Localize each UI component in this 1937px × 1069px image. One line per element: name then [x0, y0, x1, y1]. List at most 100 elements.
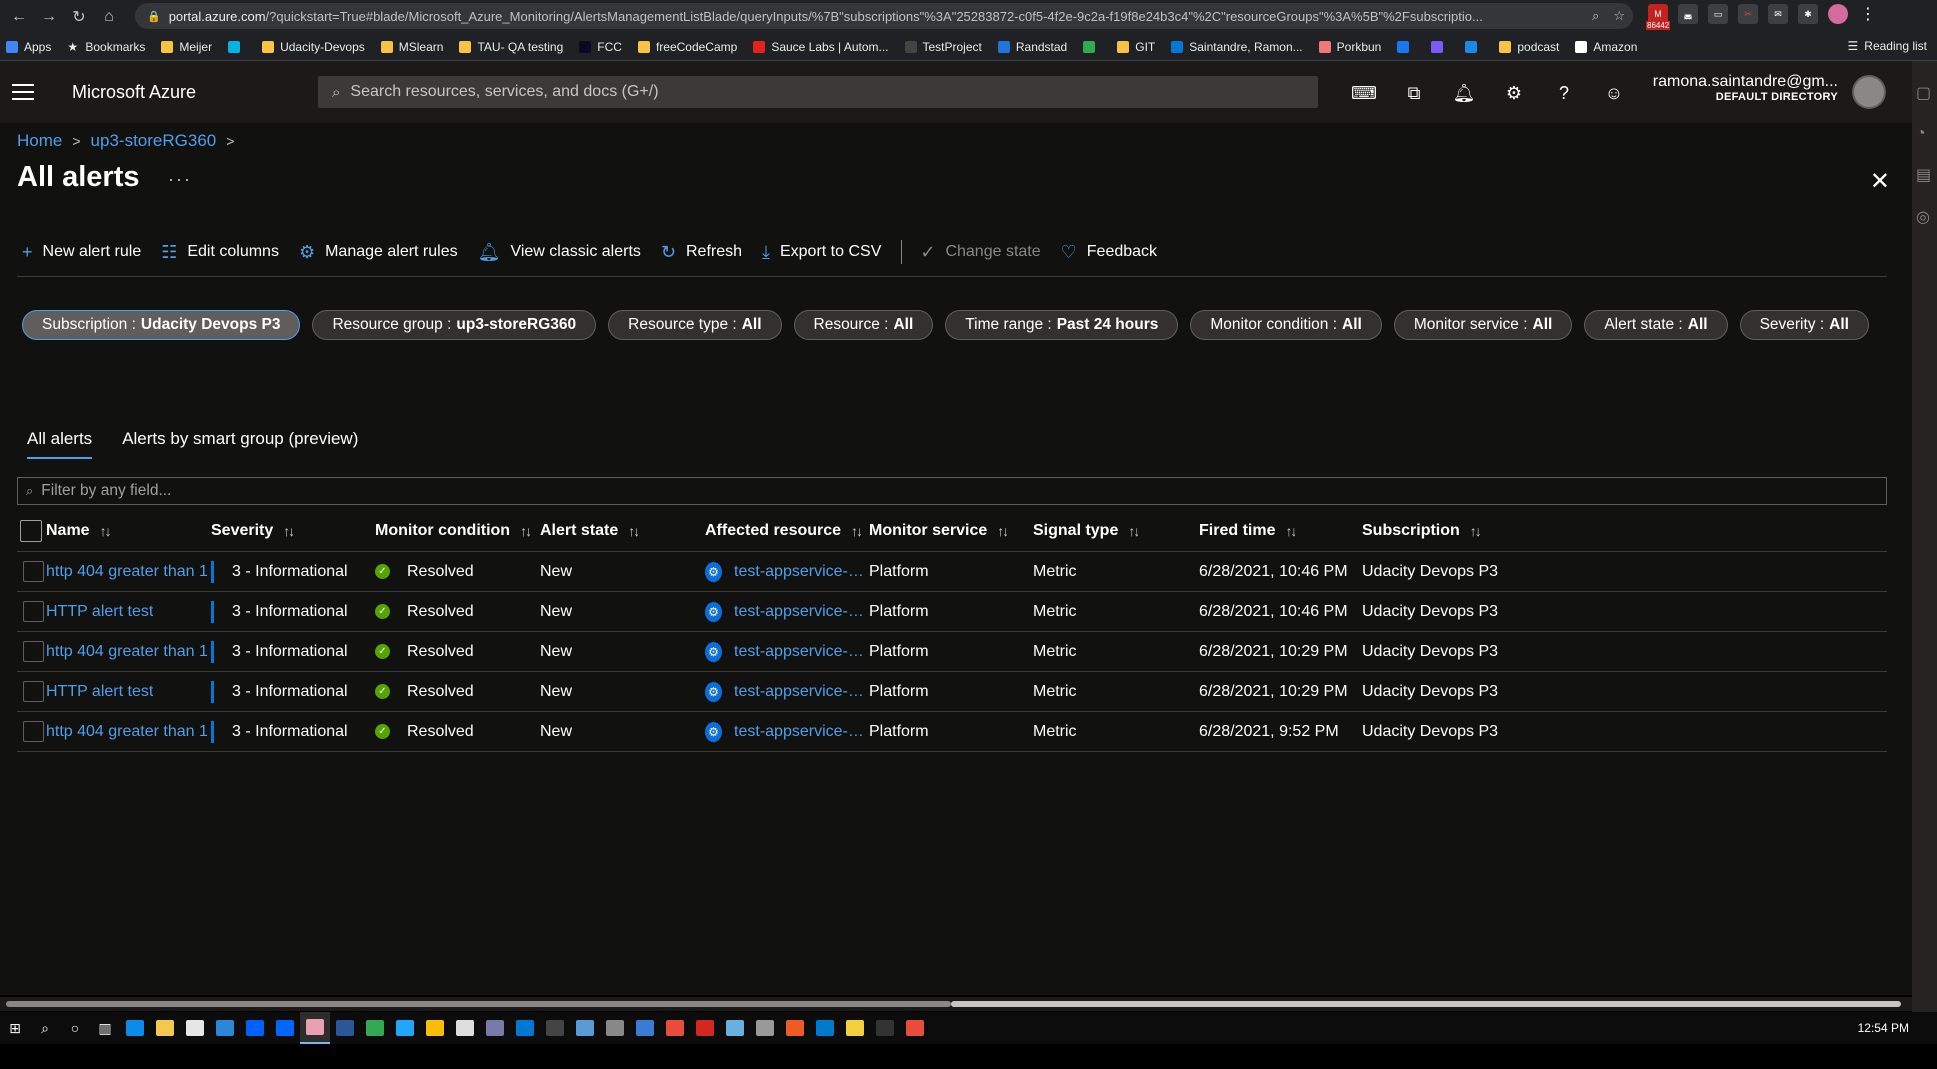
account-info[interactable]: ramona.saintandre@gm... DEFAULT DIRECTOR… — [1653, 73, 1838, 103]
breadcrumb-resource-group[interactable]: up3-storeRG360 — [91, 131, 217, 151]
filter-pill[interactable]: Monitor service : All — [1393, 310, 1573, 340]
sort-arrows-icon[interactable]: ↑↓ — [997, 523, 1007, 539]
column-header[interactable]: Alert state ↑↓ — [540, 510, 638, 551]
sort-arrows-icon[interactable]: ↑↓ — [628, 523, 638, 539]
sort-arrows-icon[interactable]: ↑↓ — [100, 523, 110, 539]
feedback-button[interactable]: ♡ Feedback — [1061, 242, 1157, 263]
bookmark-item[interactable]: Sauce Labs | Autom... — [753, 40, 889, 54]
panel-icon-1[interactable]: ▢ — [1916, 83, 1937, 103]
mail-icon[interactable] — [210, 1012, 240, 1044]
terminal-icon[interactable] — [540, 1012, 570, 1044]
column-header[interactable]: Fired time ↑↓ — [1199, 510, 1295, 551]
sort-arrows-icon[interactable]: ↑↓ — [1128, 523, 1138, 539]
change-state-button[interactable]: ✓ Change state — [920, 242, 1040, 263]
table-row[interactable]: http 404 greater than 1 3 - Informational… — [17, 712, 1887, 752]
search-icon[interactable]: ⌕ — [30, 1012, 60, 1044]
bookmark-item[interactable] — [228, 40, 246, 53]
filter-pill[interactable]: Time range : Past 24 hours — [945, 310, 1179, 340]
affected-resource-link[interactable]: ⚙ test-appservice-uda... — [705, 592, 865, 631]
export-to-csv-button[interactable]: ⤓ Export to CSV — [762, 242, 881, 263]
cloud-shell-icon[interactable]: ⌨ — [1350, 79, 1378, 107]
panel-icon-2[interactable]: ◔ — [1916, 125, 1937, 143]
column-header[interactable]: Monitor service ↑↓ — [869, 510, 1007, 551]
feedback-person-icon[interactable]: ☺ — [1600, 79, 1628, 107]
new-alert-rule-button[interactable]: + New alert rule — [22, 242, 141, 263]
bookmark-item[interactable]: Meijer — [161, 40, 212, 54]
home-icon[interactable]: ⌂ — [98, 6, 120, 28]
back-arrow-icon[interactable]: ← — [8, 6, 30, 28]
clock[interactable]: 12:54 PM — [1858, 1021, 1909, 1035]
refresh-button[interactable]: ↻ Refresh — [661, 242, 742, 263]
cmd-icon[interactable] — [870, 1012, 900, 1044]
bookmark-item[interactable]: MSlearn — [380, 40, 443, 54]
postman-icon[interactable] — [780, 1012, 810, 1044]
filter-field[interactable]: ⌕ Filter by any field... — [17, 477, 1887, 505]
bookmark-item[interactable]: Udacity-Devops — [262, 40, 365, 54]
store-icon[interactable] — [180, 1012, 210, 1044]
column-header[interactable]: Affected resource ↑↓ — [705, 510, 861, 551]
bookmark-item[interactable]: TestProject — [904, 40, 982, 54]
power-automate-icon[interactable] — [270, 1012, 300, 1044]
alert-name-link[interactable]: http 404 greater than 1 — [46, 552, 208, 591]
paint-icon[interactable] — [300, 1012, 330, 1044]
table-row[interactable]: HTTP alert test 3 - Informational ✓ Resolve… — [17, 672, 1887, 712]
recorder-icon[interactable] — [660, 1012, 690, 1044]
panel-icon-4[interactable]: ◎ — [1916, 207, 1937, 227]
puzzle-extensions-icon[interactable]: ✱ — [1798, 4, 1818, 24]
row-checkbox[interactable] — [23, 672, 44, 711]
bookmark-item[interactable]: freeCodeCamp — [637, 40, 737, 54]
sort-arrows-icon[interactable]: ↑↓ — [1285, 523, 1295, 539]
more-options-icon[interactable]: ··· — [168, 169, 192, 190]
breadcrumb-home[interactable]: Home — [17, 131, 62, 151]
vscode-icon[interactable] — [810, 1012, 840, 1044]
alert-name-link[interactable]: HTTP alert test — [46, 592, 153, 631]
windows-start-icon[interactable]: ⊞ — [0, 1012, 30, 1044]
screenshot-extension-icon[interactable]: ▭ — [1708, 4, 1728, 24]
bookmark-item[interactable]: Saintandre, Ramon... — [1171, 40, 1303, 54]
bookmark-item[interactable]: Randstad — [997, 40, 1067, 54]
bookmark-item[interactable]: GIT — [1117, 40, 1155, 54]
sort-arrows-icon[interactable]: ↑↓ — [1470, 523, 1480, 539]
sort-arrows-icon[interactable]: ↑↓ — [283, 523, 293, 539]
edit-columns-button[interactable]: ☷ Edit columns — [161, 242, 279, 263]
column-header[interactable]: Severity ↑↓ — [211, 510, 293, 551]
notifications-bell-icon[interactable]: 🔔︎ — [1450, 79, 1478, 107]
filter-pill[interactable]: Alert state : All — [1584, 310, 1728, 340]
profile-avatar-icon[interactable] — [1828, 4, 1848, 24]
app-icon[interactable] — [600, 1012, 630, 1044]
edge-icon[interactable] — [120, 1012, 150, 1044]
bookmark-item[interactable] — [1397, 40, 1415, 53]
bookmark-item[interactable]: Porkbun — [1318, 40, 1381, 54]
chrome-icon[interactable] — [360, 1012, 390, 1044]
filter-pill[interactable]: Subscription : Udacity Devops P3 — [22, 310, 301, 340]
azure-brand[interactable]: Microsoft Azure — [72, 82, 196, 103]
cortana-icon[interactable]: ○ — [60, 1012, 90, 1044]
reload-icon[interactable]: ↻ — [68, 6, 90, 28]
filter-pill[interactable]: Severity : All — [1739, 310, 1869, 340]
close-icon[interactable]: ✕ — [1870, 167, 1890, 196]
app-icon[interactable] — [750, 1012, 780, 1044]
alert-name-link[interactable]: http 404 greater than 1 — [46, 632, 208, 671]
bookmark-item[interactable]: FCC — [579, 40, 622, 54]
sticky-notes-icon[interactable] — [840, 1012, 870, 1044]
global-search-input[interactable]: ⌕ Search resources, services, and docs (… — [318, 76, 1318, 108]
bookmark-item[interactable]: Apps — [6, 40, 51, 54]
alert-name-link[interactable]: HTTP alert test — [46, 672, 153, 711]
panel-icon-3[interactable]: ▤ — [1916, 165, 1937, 185]
word-icon[interactable] — [330, 1012, 360, 1044]
column-header[interactable]: Signal type ↑↓ — [1033, 510, 1138, 551]
app-icon[interactable] — [720, 1012, 750, 1044]
azure-cli-icon[interactable] — [510, 1012, 540, 1044]
bookmark-item[interactable]: TAU- QA testing — [459, 40, 563, 54]
zoom-icon[interactable]: ⌕ — [1592, 8, 1599, 24]
task-view-icon[interactable]: ▥ — [90, 1012, 120, 1044]
bookmark-item[interactable]: ★ Bookmarks — [67, 40, 145, 54]
bookmark-item[interactable]: podcast — [1499, 40, 1559, 54]
affected-resource-link[interactable]: ⚙ test-appservice-uda... — [705, 552, 865, 591]
select-all-checkbox[interactable] — [20, 510, 42, 551]
row-checkbox[interactable] — [23, 592, 44, 631]
pocket-extension-icon[interactable]: ◛ — [1678, 4, 1698, 24]
affected-resource-link[interactable]: ⚙ test-appservice-uda... — [705, 672, 865, 711]
bookmark-item[interactable] — [1083, 40, 1101, 53]
row-checkbox[interactable] — [23, 552, 44, 591]
